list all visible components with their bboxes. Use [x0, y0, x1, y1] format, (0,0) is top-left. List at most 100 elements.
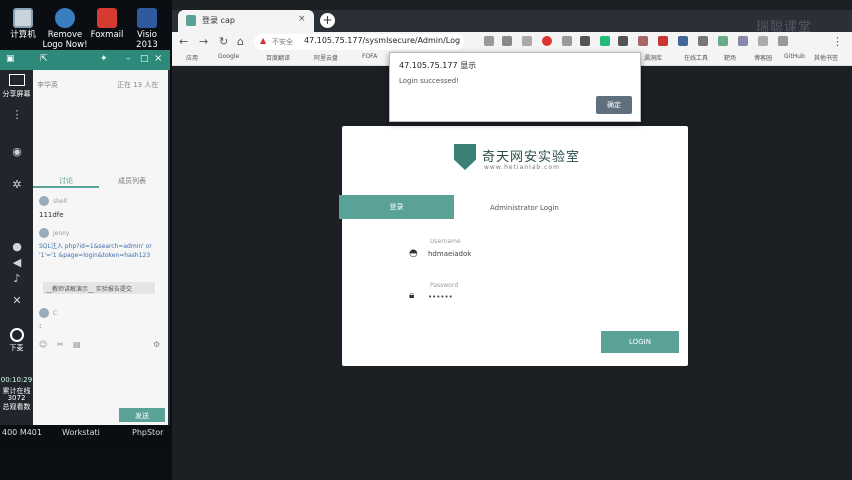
tab-discussion[interactable]: 讨论 — [33, 172, 99, 188]
site-favicon-icon — [186, 15, 196, 26]
home-icon[interactable]: ⌂ — [237, 35, 244, 48]
bookmark-item[interactable]: 漏洞库 — [644, 53, 662, 62]
camera-icon[interactable]: ◉ — [8, 145, 26, 159]
room-name: 李华英 — [37, 81, 58, 89]
extension-icon[interactable] — [718, 36, 728, 46]
stat-label-2: 总观看数 — [2, 403, 31, 411]
brand-subtitle: www.hetianlab.com — [484, 164, 560, 171]
window-min-button[interactable]: – — [126, 54, 131, 64]
avatar — [39, 196, 49, 206]
pin-icon[interactable]: ✦ — [100, 54, 108, 64]
bookmark-item[interactable]: GitHub — [784, 53, 805, 60]
username-input[interactable]: hdmaeiadok — [428, 250, 471, 258]
desktop-icon-foxmail[interactable]: Foxmail — [86, 8, 128, 40]
bookmark-item[interactable]: 百度翻译 — [266, 53, 290, 62]
password-label: Password — [430, 282, 459, 289]
alert-message: Login successed! — [399, 77, 460, 85]
microphone-icon[interactable]: ● — [8, 240, 26, 254]
message-user: shell — [53, 198, 67, 205]
alert-ok-button[interactable]: 确定 — [596, 96, 632, 114]
desktop-icon-computer[interactable]: 计算机 — [2, 8, 44, 40]
send-button[interactable]: 发送 — [119, 408, 165, 422]
extension-icon[interactable] — [638, 36, 648, 46]
extension-badge-icon[interactable] — [580, 36, 590, 46]
bookmark-item[interactable]: 靶场 — [724, 53, 736, 62]
lock-icon: 🔒︎ — [409, 290, 415, 301]
password-input[interactable]: •••••• — [428, 293, 453, 301]
chat-side-rail: 分享屏幕 ⋮ ◉ ✲ ● ◀ ♪ ✕ 下麦 00:10:29 累计在线 3072… — [0, 70, 33, 425]
extension-red-icon[interactable] — [542, 36, 552, 46]
extension-icon[interactable] — [738, 36, 748, 46]
popout-icon[interactable]: ⇱ — [40, 54, 48, 64]
desktop-icon-label: Remove Logo Now! — [42, 30, 88, 50]
layout-icon[interactable]: ⋮ — [8, 108, 26, 122]
new-tab-button[interactable]: + — [320, 13, 335, 28]
expand-icon[interactable]: ✕ — [8, 294, 26, 308]
avatar — [39, 228, 49, 238]
image-icon[interactable]: ▤ — [73, 340, 81, 349]
browser-tab[interactable]: 登录 cap × — [178, 10, 314, 32]
speaker-icon[interactable]: ◀ — [8, 256, 26, 270]
emoji-icon[interactable]: ☺ — [39, 340, 47, 349]
taskbar-label[interactable]: PhpStor — [132, 428, 163, 437]
reload-icon[interactable]: ↻ — [219, 35, 228, 48]
visio-icon — [137, 8, 157, 28]
message-input[interactable]: : — [39, 322, 41, 330]
extension-icon[interactable] — [758, 36, 768, 46]
bookmark-item[interactable]: 其他书签 — [814, 53, 838, 62]
gear-icon[interactable]: ⚙ — [153, 340, 160, 349]
mic-off-label: 下麦 — [9, 344, 24, 352]
stat-value: 3072 — [7, 394, 26, 402]
extension-dark-icon[interactable] — [618, 36, 628, 46]
not-secure-label: 不安全 — [272, 38, 293, 46]
settings-icon[interactable]: ✲ — [8, 178, 26, 192]
taskbar-label[interactable]: Workstati — [62, 428, 100, 437]
share-screen-label: 分享屏幕 — [2, 90, 31, 98]
window-max-button[interactable]: □ — [140, 54, 149, 64]
bookmark-item[interactable]: 在线工具 — [684, 53, 708, 62]
close-tab-icon[interactable]: × — [298, 14, 306, 24]
taskbar-label[interactable]: 400 M401 — [2, 428, 42, 437]
remove-logo-icon — [55, 8, 75, 28]
extension-green-icon[interactable] — [600, 36, 610, 46]
desktop-icon-remove-logo[interactable]: Remove Logo Now! — [40, 8, 90, 50]
key-icon[interactable] — [484, 36, 494, 46]
bookmark-item[interactable]: 应用 — [186, 53, 198, 62]
bookmark-item[interactable]: 博客园 — [754, 53, 772, 62]
extension-icon[interactable] — [562, 36, 572, 46]
message-text: 111dfe — [39, 211, 64, 219]
bookmark-item[interactable]: FOFA — [362, 53, 377, 60]
profile-icon[interactable] — [778, 36, 788, 46]
minimize-icon[interactable]: ▣ — [6, 54, 15, 64]
back-icon[interactable]: ← — [179, 35, 188, 48]
extension-icon[interactable] — [698, 36, 708, 46]
extension-icon[interactable] — [658, 36, 668, 46]
tab-admin-login[interactable]: Administrator Login — [490, 204, 559, 212]
warning-icon: ▲ — [260, 36, 267, 45]
bookmark-item[interactable]: Google — [218, 53, 239, 60]
avatar — [39, 308, 49, 318]
bookmark-item[interactable]: 阿里云盘 — [314, 53, 338, 62]
url-text[interactable]: 47.105.75.177/sysmlsecure/Admin/Login.ht… — [304, 36, 460, 45]
browser-toolbar: ← → ↻ ⌂ ▲ 不安全 47.105.75.177/sysmlsecure/… — [172, 32, 852, 52]
address-bar[interactable]: ▲ 不安全 47.105.75.177/sysmlsecure/Admin/Lo… — [254, 34, 464, 50]
shield-logo-icon — [454, 144, 476, 170]
login-button[interactable]: LOGIN — [601, 331, 679, 353]
desktop-icon-visio[interactable]: Visio 2013 — [126, 8, 168, 50]
tab-login-label: 登录 — [389, 203, 404, 211]
tab-members[interactable]: 成员列表 — [99, 172, 165, 188]
scissors-icon[interactable]: ✂ — [57, 340, 64, 349]
login-card: 奇天网安实验室 www.hetianlab.com Administrator … — [342, 126, 688, 366]
mic-off-icon[interactable] — [10, 328, 24, 342]
star-icon[interactable] — [522, 36, 532, 46]
close-icon[interactable]: × — [154, 53, 162, 64]
message-user: jenny — [53, 230, 70, 237]
chat-header-bar: ▣ ⇱ ✦ – □ × — [0, 50, 170, 70]
translate-icon[interactable] — [502, 36, 512, 46]
tab-login[interactable]: 登录 — [339, 195, 454, 219]
extension-icon[interactable] — [678, 36, 688, 46]
music-icon[interactable]: ♪ — [8, 272, 26, 286]
forward-icon[interactable]: → — [199, 35, 208, 48]
share-screen-icon[interactable] — [9, 74, 25, 86]
menu-icon[interactable]: ⋮ — [832, 35, 843, 48]
